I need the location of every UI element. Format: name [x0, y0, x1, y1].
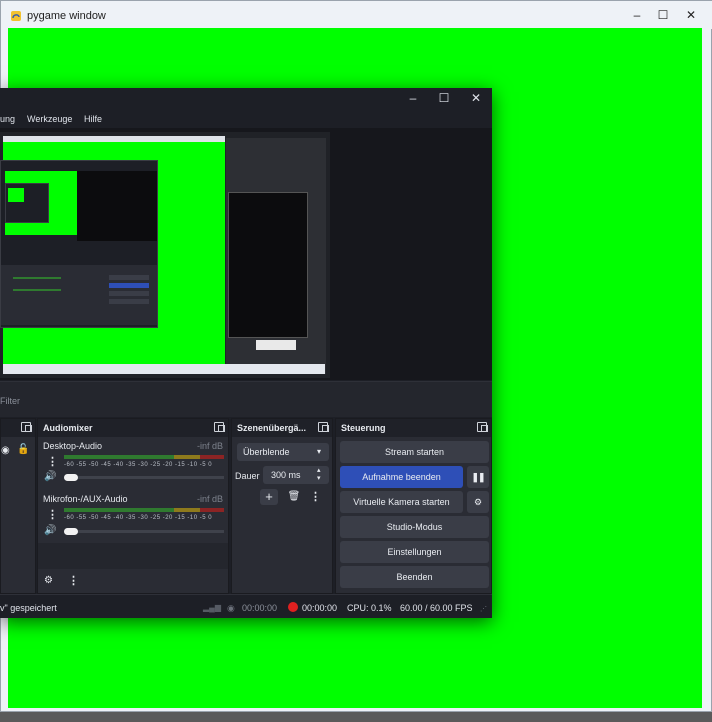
- volume-slider[interactable]: [64, 476, 224, 479]
- level-meter: [64, 508, 224, 512]
- chevron-up-icon[interactable]: ▴: [317, 466, 321, 474]
- undock-icon[interactable]: [214, 422, 225, 432]
- add-transition-icon[interactable]: +: [260, 489, 278, 505]
- stream-time: 00:00:00: [242, 603, 278, 613]
- obs-minimize-icon[interactable]: –: [405, 90, 421, 106]
- pygame-window-title: pygame window: [27, 10, 106, 22]
- obs-close-icon[interactable]: ✕: [468, 90, 484, 106]
- channel-name: Desktop-Audio: [43, 441, 103, 451]
- channel-menu-icon[interactable]: ⋮: [47, 508, 58, 522]
- meter-ticks: -60 -55 -50 -45 -40 -35 -30 -25 -20 -15 …: [64, 462, 213, 468]
- pygame-titlebar[interactable]: pygame window – ☐ ✕: [1, 1, 712, 29]
- mixer-settings-icon[interactable]: ⚙: [44, 575, 53, 586]
- fps-readout: 60.00 / 60.00 FPS: [400, 603, 473, 613]
- undock-icon[interactable]: [318, 422, 329, 432]
- stream-start-button[interactable]: Stream starten: [340, 441, 489, 463]
- preview-capture: [0, 132, 330, 378]
- nested-taskbar: [3, 364, 325, 374]
- menu-item-partial[interactable]: ung: [0, 114, 15, 124]
- speaker-icon[interactable]: 🔊: [44, 471, 56, 483]
- obs-menubar: ung Werkzeuge Hilfe: [0, 108, 492, 128]
- transition-select[interactable]: Überblende ▾: [237, 443, 329, 461]
- meter-ticks: -60 -55 -50 -45 -40 -35 -30 -25 -20 -15 …: [64, 515, 213, 521]
- record-stop-button[interactable]: Aufnahme beenden: [340, 466, 463, 488]
- chevron-down-icon: ▾: [317, 447, 322, 456]
- pygame-snake-icon: [11, 11, 21, 21]
- sources-dock: ◉ 🔓: [0, 418, 36, 594]
- obs-maximize-icon[interactable]: ☐: [436, 90, 452, 106]
- controls-dock: Steuerung Stream starten Aufnahme beende…: [335, 418, 492, 594]
- transitions-title: Szenenübergä...: [237, 423, 307, 433]
- cpu-usage: CPU: 0.1%: [347, 603, 392, 613]
- volume-knob[interactable]: [64, 474, 78, 481]
- lock-icon[interactable]: 🔓: [17, 444, 29, 455]
- pause-icon[interactable]: ❚❚: [467, 466, 489, 488]
- stream-icon: ◉: [227, 603, 235, 613]
- studio-mode-button[interactable]: Studio-Modus: [340, 516, 489, 538]
- menu-item-help[interactable]: Hilfe: [84, 114, 102, 124]
- undock-icon[interactable]: [21, 422, 32, 432]
- volume-slider[interactable]: [64, 530, 224, 533]
- chevron-down-icon[interactable]: ▾: [317, 474, 321, 482]
- channel-menu-icon[interactable]: ⋮: [47, 455, 58, 469]
- mixer-menu-icon[interactable]: ⋮: [68, 574, 79, 588]
- exit-button[interactable]: Beenden: [340, 566, 489, 588]
- record-time: 00:00:00: [302, 603, 338, 613]
- channel-level: -inf dB: [196, 441, 223, 451]
- undock-icon[interactable]: [477, 422, 488, 432]
- transition-menu-icon[interactable]: ⋮: [310, 490, 321, 504]
- visibility-eye-icon[interactable]: ◉: [1, 445, 10, 456]
- obs-window: – ☐ ✕ ung Werkzeuge Hilfe Filter ◉ 🔓 Aud…: [0, 88, 492, 618]
- minimize-icon[interactable]: –: [629, 7, 645, 23]
- resize-grip-icon[interactable]: ⋰: [480, 605, 487, 613]
- signal-bars-icon: ▂▄▆: [203, 603, 221, 612]
- duration-label: Dauer: [235, 471, 260, 481]
- channel-name: Mikrofon-/AUX-Audio: [43, 494, 128, 504]
- status-message: v" gespeichert: [0, 603, 57, 613]
- virtual-camera-button[interactable]: Virtuelle Kamera starten: [340, 491, 463, 513]
- volume-knob[interactable]: [64, 528, 78, 535]
- obs-titlebar[interactable]: – ☐ ✕: [0, 88, 492, 108]
- settings-button[interactable]: Einstellungen: [340, 541, 489, 563]
- duration-spinbox[interactable]: 300 ms ▴ ▾: [263, 466, 329, 484]
- level-meter: [64, 455, 224, 459]
- audiomixer-title: Audiomixer: [43, 423, 93, 433]
- transitions-dock: Szenenübergä... Überblende ▾ Dauer 300 m…: [231, 418, 333, 594]
- obs-preview[interactable]: [0, 128, 492, 380]
- record-dot-icon: [288, 602, 298, 612]
- menu-item-tools[interactable]: Werkzeuge: [27, 114, 72, 124]
- obs-statusbar: v" gespeichert ▂▄▆ ◉ 00:00:00 00:00:00 C…: [0, 594, 492, 618]
- controls-title: Steuerung: [341, 423, 386, 433]
- maximize-icon[interactable]: ☐: [655, 7, 671, 23]
- channel-level: -inf dB: [196, 494, 223, 504]
- gear-icon[interactable]: ⚙: [467, 491, 489, 513]
- close-icon[interactable]: ✕: [683, 7, 699, 23]
- nested-obs-window: [0, 160, 158, 328]
- speaker-icon[interactable]: 🔊: [44, 525, 56, 537]
- sources-filter-bar: Filter: [0, 381, 492, 417]
- trash-icon[interactable]: 🗑: [286, 489, 302, 505]
- filter-input[interactable]: Filter: [0, 396, 20, 406]
- audiomixer-dock: Audiomixer Desktop-Audio -inf dB ⋮ -60 -…: [37, 418, 229, 594]
